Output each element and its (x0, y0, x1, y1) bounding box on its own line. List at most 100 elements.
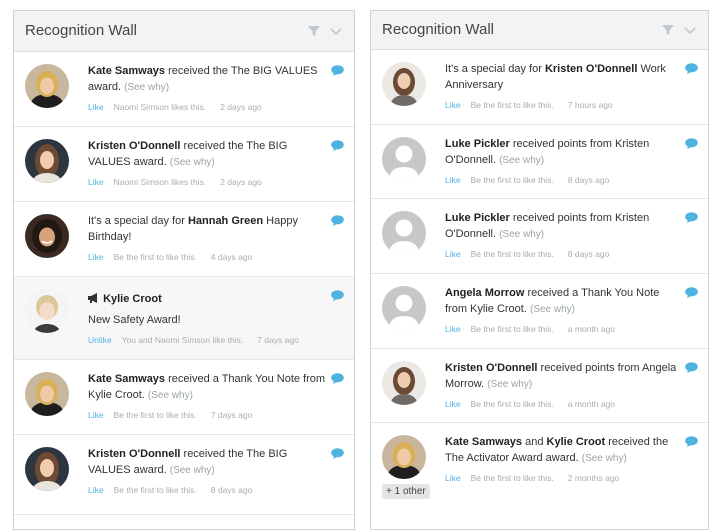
filter-icon[interactable] (308, 25, 320, 37)
avatar-placeholder[interactable] (382, 286, 426, 330)
recognition-wall-right: Recognition Wall It's a special day for … (370, 10, 709, 530)
timestamp: 7 hours ago (567, 100, 613, 110)
item-meta: Like Be the first to like this. 7 hours ag… (445, 100, 613, 110)
likes-text: Be the first to like this. (113, 485, 197, 495)
person-name[interactable]: Hannah Green (188, 215, 263, 227)
see-why-link[interactable]: (See why) (148, 390, 193, 401)
item-text: Luke Pickler received points from Kriste… (445, 211, 680, 242)
chevron-down-icon[interactable] (330, 25, 342, 37)
item-meta: Unlike You and Naomi Simson like this. 7 d… (88, 335, 299, 345)
likes-text: Naomi Simson likes this. (113, 177, 207, 187)
likes-text: Be the first to like this. (470, 473, 554, 483)
list-item: + 1 other Kate Samways and Kylie Croot r… (371, 423, 708, 523)
timestamp: 7 days ago (257, 335, 299, 345)
see-why-link[interactable]: (See why) (170, 465, 215, 476)
recognition-wall-left: Recognition Wall Kate Samways received t… (13, 10, 355, 530)
avatar-placeholder[interactable] (382, 137, 426, 181)
item-meta: Like Be the first to like this. 8 days ago (445, 249, 609, 259)
avatar[interactable] (25, 139, 69, 183)
person-name[interactable]: Luke Pickler (445, 212, 510, 224)
comment-bubble-icon[interactable] (331, 215, 344, 226)
filter-icon[interactable] (662, 24, 674, 36)
comment-bubble-icon[interactable] (331, 65, 344, 76)
comment-bubble-icon[interactable] (331, 448, 344, 459)
like-link[interactable]: Like (88, 102, 104, 112)
item-message: New Safety Award! (88, 313, 181, 326)
likes-text: Be the first to like this. (470, 249, 554, 259)
comment-bubble-icon[interactable] (685, 212, 698, 223)
timestamp: a month ago (567, 324, 616, 334)
person-name[interactable]: Kate Samways (88, 373, 165, 385)
comment-bubble-icon[interactable] (685, 362, 698, 373)
timestamp: 7 days ago (210, 410, 253, 420)
like-link[interactable]: Like (88, 485, 104, 495)
item-meta: Like Be the first to like this. 8 days ago (88, 485, 252, 495)
person-name[interactable]: Kristen O'Donnell (545, 63, 637, 75)
list-item: Kate Samways received a Thank You Note f… (14, 360, 354, 435)
person-name[interactable]: Kate Samways (445, 436, 522, 448)
see-why-link[interactable]: (See why) (499, 229, 544, 240)
comment-bubble-icon[interactable] (331, 290, 344, 301)
plus-other-badge[interactable]: + 1 other (382, 484, 430, 499)
likes-text: You and Naomi Simson like this. (121, 335, 244, 345)
person-name[interactable]: Kristen O'Donnell (88, 448, 180, 460)
list-item: Luke Pickler received points from Kriste… (371, 199, 708, 274)
avatar[interactable] (382, 361, 426, 405)
comment-bubble-icon[interactable] (331, 373, 344, 384)
unlike-link[interactable]: Unlike (88, 335, 112, 345)
timestamp: 2 days ago (220, 177, 262, 187)
comment-bubble-icon[interactable] (685, 287, 698, 298)
comment-bubble-icon[interactable] (331, 140, 344, 151)
like-link[interactable]: Like (445, 100, 461, 110)
like-link[interactable]: Like (445, 249, 461, 259)
item-meta: Like Naomi Simson likes this. 2 days ago (88, 102, 262, 112)
like-link[interactable]: Like (88, 252, 104, 262)
like-link[interactable]: Like (88, 177, 104, 187)
person-name[interactable]: Luke Pickler (445, 138, 510, 150)
see-why-link[interactable]: (See why) (124, 82, 169, 93)
chevron-down-icon[interactable] (684, 24, 696, 36)
like-link[interactable]: Like (445, 175, 461, 185)
item-text: It's a special day for Hannah Green Happ… (88, 214, 326, 245)
see-why-link[interactable]: (See why) (487, 379, 532, 390)
person-name[interactable]: Kylie Croot (547, 436, 606, 448)
item-text: Kate Samways received the The BIG VALUES… (88, 64, 326, 95)
item-meta: Like Be the first to like this. a month ag… (445, 399, 615, 409)
person-name[interactable]: Kate Samways (88, 65, 165, 77)
comment-bubble-icon[interactable] (685, 138, 698, 149)
timestamp: 8 days ago (567, 175, 610, 185)
avatar[interactable] (382, 435, 426, 479)
panel-header: Recognition Wall (14, 11, 354, 52)
item-meta: Like Be the first to like this. 8 days ago (445, 175, 609, 185)
item-message: and (522, 436, 547, 448)
comment-bubble-icon[interactable] (685, 436, 698, 447)
avatar[interactable] (25, 289, 69, 333)
see-why-link[interactable]: (See why) (530, 304, 575, 315)
like-link[interactable]: Like (445, 399, 461, 409)
see-why-link[interactable]: (See why) (582, 453, 627, 464)
item-text: Kylie Croot New Safety Award! (88, 292, 326, 328)
avatar[interactable] (25, 372, 69, 416)
comment-bubble-icon[interactable] (685, 63, 698, 74)
avatar[interactable] (382, 62, 426, 106)
list-item: Luke Pickler received points from Kriste… (371, 125, 708, 199)
item-meta: Like Be the first to like this. 4 days ago (88, 252, 252, 262)
person-name[interactable]: Kristen O'Donnell (445, 362, 537, 374)
avatar[interactable] (25, 214, 69, 258)
person-name[interactable]: Kristen O'Donnell (88, 140, 180, 152)
likes-text: Be the first to like this. (113, 252, 197, 262)
see-why-link[interactable]: (See why) (499, 155, 544, 166)
like-link[interactable]: Like (445, 473, 461, 483)
see-why-link[interactable]: (See why) (170, 157, 215, 168)
like-link[interactable]: Like (445, 324, 461, 334)
panel-title: Recognition Wall (25, 22, 137, 39)
likes-text: Be the first to like this. (113, 410, 197, 420)
avatar[interactable] (25, 447, 69, 491)
person-name[interactable]: Kylie Croot (103, 293, 162, 305)
like-link[interactable]: Like (88, 410, 104, 420)
person-name[interactable]: Angela Morrow (445, 287, 524, 299)
item-text: Kate Samways received a Thank You Note f… (88, 372, 326, 403)
avatar[interactable] (25, 64, 69, 108)
panel-header: Recognition Wall (371, 11, 708, 50)
avatar-placeholder[interactable] (382, 211, 426, 255)
